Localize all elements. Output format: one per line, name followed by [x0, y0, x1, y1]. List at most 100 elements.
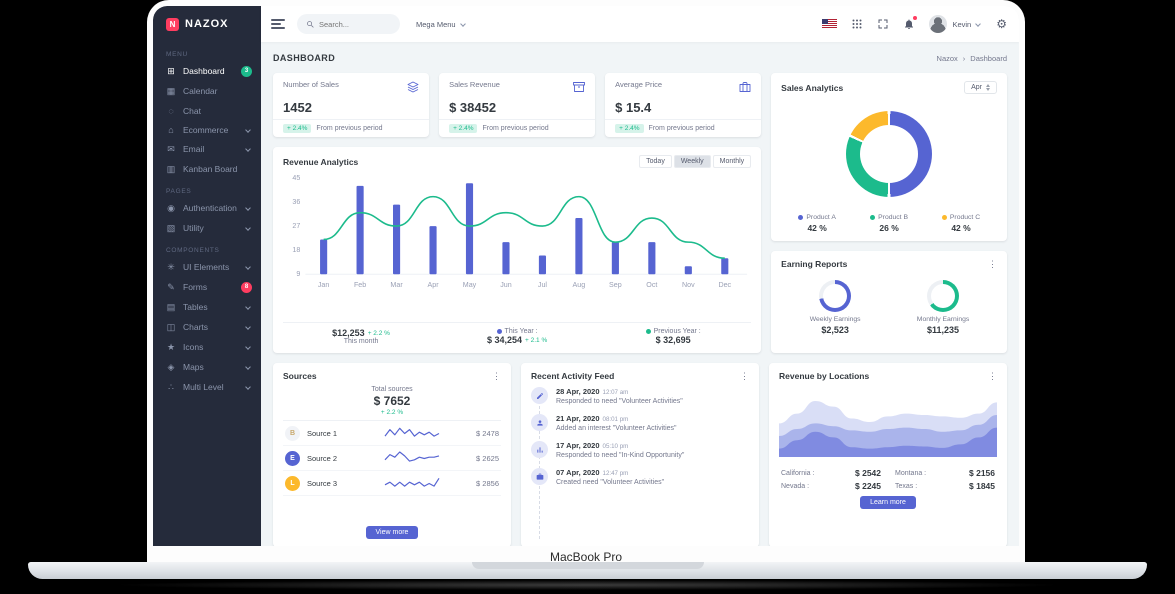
sidebar-item-label: Multi Level — [183, 382, 239, 392]
language-flag-icon[interactable] — [822, 19, 837, 29]
source-row-source-1: BSource 1$ 2478 — [283, 421, 501, 446]
avatar — [929, 15, 947, 33]
sidebar-item-ecommerce[interactable]: ⌂Ecommerce — [153, 120, 261, 139]
kebab-menu-icon[interactable]: ⋮ — [988, 372, 997, 381]
sidebar-item-chat[interactable]: ◌Chat — [153, 101, 261, 120]
this-year-dot — [497, 329, 502, 334]
activity-feed-card: Recent Activity Feed ⋮ 28 Apr, 202012:07… — [521, 363, 759, 546]
sidebar-item-dashboard[interactable]: ⊞Dashboard3 — [153, 61, 261, 81]
chevron-down-icon — [975, 21, 981, 27]
select-arrows-icon — [986, 84, 990, 91]
sidebar-item-label: Ecommerce — [183, 125, 239, 135]
month-label: This month — [283, 338, 439, 345]
activity-time: 12:07 am — [603, 389, 629, 396]
svg-text:Sep: Sep — [609, 282, 622, 289]
sidebar-item-label: Kanban Board — [183, 164, 252, 174]
range-button-weekly[interactable]: Weekly — [674, 155, 711, 168]
search-input[interactable] — [319, 20, 391, 29]
activity-time: 05:10 pm — [603, 443, 629, 450]
home-icon: ⊞ — [166, 66, 176, 77]
stat-card-value: $ 15.4 — [615, 100, 751, 115]
apps-grid-icon[interactable] — [851, 18, 863, 30]
earning-reports-title: Earning Reports — [781, 259, 847, 269]
range-button-monthly[interactable]: Monthly — [713, 155, 752, 168]
revenue-this-month: $12,253 + 2.2 % This month — [283, 328, 439, 345]
sidebar-item-forms[interactable]: ✎Forms8 — [153, 277, 261, 297]
earning-gauge-chart — [819, 280, 851, 312]
sidebar-item-charts[interactable]: ◫Charts — [153, 317, 261, 337]
content: DASHBOARD Nazox›Dashboard Number of Sale… — [261, 42, 1019, 546]
range-button-today[interactable]: Today — [639, 155, 672, 168]
fullscreen-icon[interactable] — [877, 18, 889, 30]
legend-product-c: Product C42 % — [925, 214, 997, 233]
stat-card-title: Average Price — [615, 80, 662, 89]
mail-icon: ✉ — [166, 144, 176, 155]
laptop-mockup: N NAZOX MENU⊞Dashboard3▦Calendar◌Chat⌂Ec… — [147, 0, 1025, 566]
search-box[interactable] — [297, 14, 400, 34]
sidebar: N NAZOX MENU⊞Dashboard3▦Calendar◌Chat⌂Ec… — [153, 6, 261, 546]
stat-card-note: From previous period — [482, 125, 548, 132]
activity-feed-list: 28 Apr, 202012:07 amResponded to need "V… — [531, 387, 749, 539]
user-menu-button[interactable]: Kevin — [929, 15, 982, 33]
stat-card-note: From previous period — [316, 125, 382, 132]
source-label: Source 3 — [307, 479, 347, 488]
sidebar-item-ui-elements[interactable]: ✳UI Elements — [153, 257, 261, 277]
stat-card-top: Average Price — [615, 80, 751, 98]
source-sparkline-chart — [354, 425, 469, 441]
kebab-menu-icon[interactable]: ⋮ — [988, 260, 997, 269]
chart-icon: ◫ — [166, 322, 176, 333]
gear-icon[interactable]: ⚙ — [996, 17, 1007, 31]
period-select[interactable]: Apr — [964, 81, 997, 94]
svg-text:45: 45 — [292, 175, 300, 182]
sidebar-item-badge: 8 — [241, 282, 252, 293]
chevron-down-icon — [245, 324, 251, 330]
chevron-down-icon — [245, 384, 251, 390]
activity-item-body: 21 Apr, 202008:01 pmAdded an interest "V… — [556, 414, 677, 432]
breadcrumb-separator: › — [963, 54, 966, 63]
location-label: Texas : — [895, 483, 917, 490]
activity-item: 21 Apr, 202008:01 pmAdded an interest "V… — [531, 414, 749, 432]
brand-name: NAZOX — [185, 18, 229, 30]
breadcrumb-item-nazox[interactable]: Nazox — [937, 54, 958, 63]
view-more-button[interactable]: View more — [366, 526, 419, 539]
menu-toggle-icon[interactable] — [271, 19, 285, 29]
activity-feed-title: Recent Activity Feed — [531, 371, 614, 381]
svg-text:9: 9 — [296, 271, 300, 278]
sidebar-item-maps[interactable]: ◈Maps — [153, 357, 261, 377]
bitcoin-icon: B — [285, 426, 300, 441]
topbar: Mega Menu — [261, 6, 1019, 42]
activity-item: 07 Apr, 202012:47 pmCreated need "Volunt… — [531, 468, 749, 486]
sidebar-item-authentication[interactable]: ◉Authentication — [153, 198, 261, 218]
activity-time: 12:47 pm — [603, 470, 629, 477]
legend-dot — [870, 215, 875, 220]
location-value: $ 2245 — [855, 481, 881, 491]
sidebar-item-calendar[interactable]: ▦Calendar — [153, 81, 261, 101]
activity-date-text: 21 Apr, 2020 — [556, 414, 600, 423]
svg-text:Feb: Feb — [354, 282, 366, 289]
kebab-menu-icon[interactable]: ⋮ — [740, 372, 749, 381]
sidebar-item-email[interactable]: ✉Email — [153, 139, 261, 159]
sidebar-item-multi-level[interactable]: ∴Multi Level — [153, 377, 261, 397]
brand-logo[interactable]: N NAZOX — [153, 6, 261, 42]
activity-date-text: 17 Apr, 2020 — [556, 441, 600, 450]
sidebar-item-icons[interactable]: ★Icons — [153, 337, 261, 357]
calendar-icon: ▦ — [166, 86, 176, 97]
stat-card-note: From previous period — [649, 125, 715, 132]
activity-item: 17 Apr, 202005:10 pmResponded to need "I… — [531, 441, 749, 459]
mega-menu-button[interactable]: Mega Menu — [416, 20, 467, 29]
sources-card: Sources ⋮ Total sources $ 7652 + 2.2 % B… — [273, 363, 511, 546]
revenue-previous-year: Previous Year : $ 32,695 — [595, 328, 751, 345]
sidebar-section-label: PAGES — [153, 179, 261, 198]
legend-dot — [942, 215, 947, 220]
learn-more-button[interactable]: Learn more — [860, 496, 916, 509]
bell-icon[interactable] — [903, 18, 915, 30]
kebab-menu-icon[interactable]: ⋮ — [492, 372, 501, 381]
location-label: Montana : — [895, 470, 926, 477]
earning-label: Weekly Earnings — [810, 316, 861, 323]
sidebar-item-kanban-board[interactable]: ▥Kanban Board — [153, 159, 261, 179]
sidebar-item-tables[interactable]: ▤Tables — [153, 297, 261, 317]
sidebar-item-utility[interactable]: ▧Utility — [153, 218, 261, 238]
svg-text:Aug: Aug — [573, 282, 586, 289]
activity-item-body: 28 Apr, 202012:07 amResponded to need "V… — [556, 387, 683, 405]
sales-legend: Product A42 %Product B26 %Product C42 % — [781, 214, 997, 233]
